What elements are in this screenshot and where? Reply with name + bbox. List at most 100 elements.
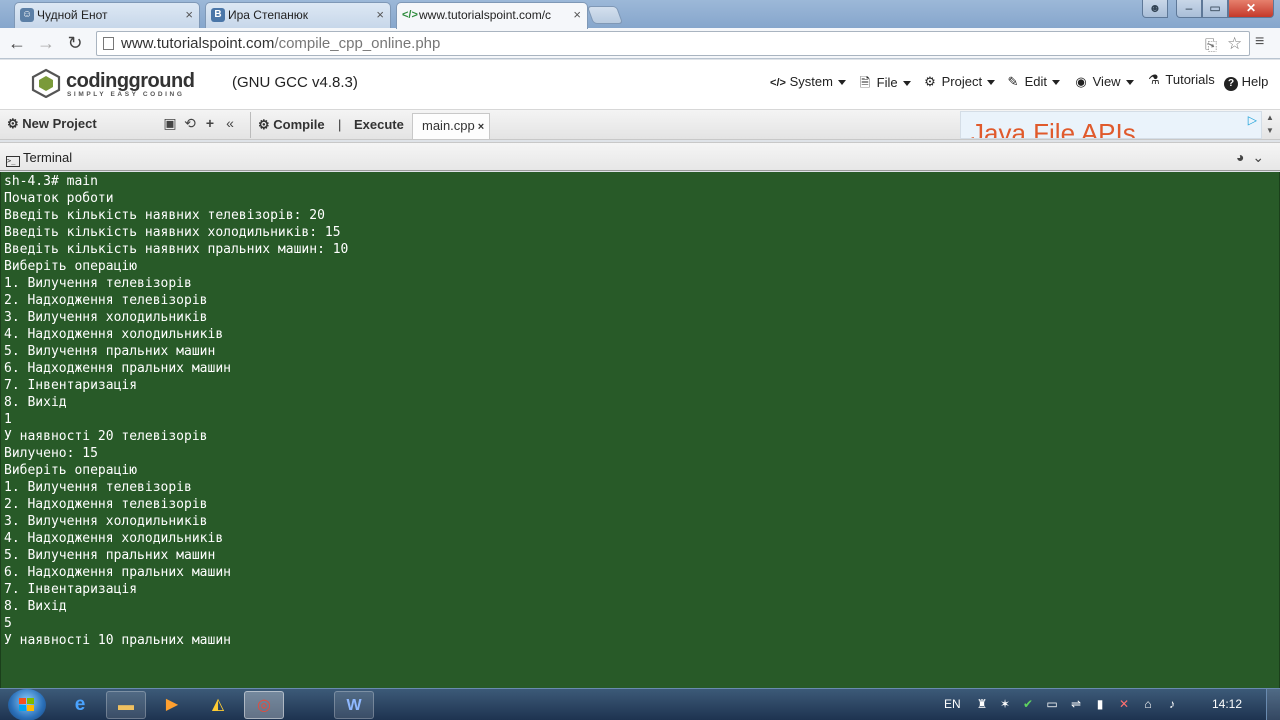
compile-button[interactable]: ⚙ Compile bbox=[258, 117, 325, 133]
add-icon[interactable]: + bbox=[200, 115, 220, 131]
terminal-line: 8. Вихід bbox=[4, 395, 67, 410]
logo-title: codingground bbox=[66, 70, 195, 92]
page-icon bbox=[103, 37, 114, 50]
browser-tab-2[interactable]: В Ира Степанюк × bbox=[205, 2, 391, 28]
compiler-version: (GNU GCC v4.8.3) bbox=[232, 74, 358, 91]
windows-logo-icon bbox=[19, 698, 34, 711]
user-icon[interactable]: ☻ bbox=[1142, 0, 1168, 18]
menu-file[interactable]: 🗎 File bbox=[857, 74, 911, 96]
execute-button[interactable]: Execute bbox=[354, 117, 404, 132]
chevron-down-icon[interactable]: ⌄ bbox=[1252, 149, 1264, 165]
terminal-output[interactable]: sh-4.3# main Початок роботи Введіть кількі… bbox=[0, 172, 1280, 688]
security-icon[interactable]: ♜ bbox=[975, 697, 989, 711]
language-indicator[interactable]: EN bbox=[944, 697, 961, 711]
start-button[interactable] bbox=[8, 689, 46, 720]
translate-icon[interactable]: ⎘ bbox=[1205, 34, 1217, 57]
terminal-line: 6. Надходження пральних машин bbox=[4, 361, 231, 376]
terminal-line: 6. Надходження пральних машин bbox=[4, 565, 231, 580]
media-player-icon[interactable]: ▶ bbox=[152, 691, 192, 719]
monitor-icon[interactable]: ▭ bbox=[1045, 697, 1059, 711]
close-icon[interactable]: × bbox=[185, 3, 193, 27]
show-desktop-button[interactable] bbox=[1266, 689, 1280, 720]
caret-down-icon bbox=[902, 81, 911, 87]
file-tab-label: main.cpp bbox=[422, 118, 475, 133]
menu-label: Edit bbox=[1024, 74, 1048, 89]
close-window-button[interactable]: ✕ bbox=[1228, 0, 1274, 18]
chrome-icon[interactable]: ◎ bbox=[244, 691, 284, 719]
menu-system[interactable]: </> System bbox=[770, 74, 846, 89]
aimp-icon[interactable]: ◭ bbox=[198, 691, 238, 719]
terminal-line: 3. Вилучення холодильників bbox=[4, 514, 208, 529]
palette-icon[interactable]: ◕ bbox=[1236, 149, 1244, 165]
code-icon: </> bbox=[402, 9, 418, 21]
power-icon[interactable]: ⌂ bbox=[1141, 697, 1155, 711]
browser-tab-title: www.tutorialspoint.com/c bbox=[419, 8, 552, 22]
gears-icon: ⚙ bbox=[258, 117, 270, 132]
menu-label: Tutorials bbox=[1165, 72, 1215, 87]
explorer-folder-icon[interactable]: ▬ bbox=[106, 691, 146, 719]
logo-subtitle: SIMPLY EASY CODING bbox=[67, 91, 185, 98]
divider bbox=[250, 112, 251, 138]
terminal-line: Введіть кількість наявних холодильників:… bbox=[4, 225, 341, 240]
codingground-logo-icon bbox=[31, 68, 61, 98]
network-icon[interactable]: ✕ bbox=[1117, 697, 1131, 711]
address-bar[interactable]: www.tutorialspoint.com/compile_cpp_onlin… bbox=[96, 31, 1250, 56]
usb-icon[interactable]: ⇌ bbox=[1069, 697, 1083, 711]
close-icon[interactable]: × bbox=[570, 3, 581, 27]
caret-down-icon bbox=[837, 80, 846, 86]
gear-icon: ⚙ bbox=[7, 116, 19, 131]
edit-icon: ✎ bbox=[1007, 74, 1019, 89]
bookmark-star-icon[interactable]: ☆ bbox=[1227, 32, 1242, 55]
minimize-button[interactable]: – bbox=[1176, 0, 1202, 18]
refresh-icon[interactable]: ⟲ bbox=[180, 115, 200, 132]
back-arrow-icon[interactable]: ← bbox=[5, 32, 29, 54]
menu-edit[interactable]: ✎ Edit bbox=[1005, 74, 1061, 90]
word-icon[interactable]: W bbox=[334, 691, 374, 719]
terminal-line: У наявності 20 телевізорів bbox=[4, 429, 208, 444]
clock[interactable]: 14:12 bbox=[1212, 697, 1242, 711]
toolbar-separator: | bbox=[338, 117, 342, 132]
url-host: www.tutorialspoint.com bbox=[121, 35, 275, 52]
menu-label: Help bbox=[1241, 74, 1269, 89]
caret-down-icon bbox=[1125, 80, 1134, 86]
check-icon[interactable]: ✔ bbox=[1021, 697, 1035, 711]
app-header: codingground SIMPLY EASY CODING (GNU GCC… bbox=[0, 60, 1280, 110]
close-icon[interactable]: × bbox=[376, 3, 384, 27]
terminal-line: 5 bbox=[4, 616, 12, 631]
save-icon[interactable]: ▣ bbox=[160, 115, 180, 132]
maximize-button[interactable]: ▭ bbox=[1202, 0, 1228, 18]
new-project-button[interactable]: ⚙ New Project bbox=[7, 116, 97, 132]
url-path: /compile_cpp_online.php bbox=[274, 35, 441, 52]
terminal-line: 5. Вилучення пральних машин bbox=[4, 344, 216, 359]
browser-tab-3[interactable]: </> www.tutorialspoint.com/c × bbox=[396, 2, 588, 29]
new-tab-button[interactable] bbox=[586, 6, 624, 24]
menu-view[interactable]: ◉ View bbox=[1073, 74, 1134, 90]
volume-icon[interactable]: ♪ bbox=[1165, 697, 1179, 711]
terminal-header: >_ Terminal ◕ ⌄ bbox=[0, 142, 1280, 171]
menu-tutorials[interactable]: ⚗ Tutorials bbox=[1146, 72, 1215, 88]
ad-banner[interactable]: Java File APIs ▷ bbox=[960, 111, 1262, 139]
browser-tab-1[interactable]: ☺ Чудной Енот × bbox=[14, 2, 200, 28]
terminal-line: 7. Інвентаризація bbox=[4, 582, 138, 597]
new-project-label: New Project bbox=[22, 116, 97, 131]
tool-icon[interactable]: ✶ bbox=[998, 697, 1012, 711]
terminal-line: 3. Вилучення холодильників bbox=[4, 310, 208, 325]
forward-arrow-icon[interactable]: → bbox=[34, 32, 58, 54]
reload-icon[interactable]: ↻ bbox=[63, 32, 87, 54]
close-icon[interactable]: × bbox=[478, 121, 484, 133]
menu-label: Project bbox=[941, 74, 983, 89]
menu-project[interactable]: ⚙ Project bbox=[922, 74, 996, 90]
ad-scroll-arrows[interactable]: ▲ ▼ bbox=[1263, 111, 1277, 139]
adchoices-icon[interactable]: ▷ bbox=[1248, 113, 1257, 127]
terminal-title: >_ Terminal bbox=[6, 150, 72, 167]
collapse-icon[interactable]: « bbox=[220, 115, 240, 131]
compile-label: Compile bbox=[273, 117, 325, 132]
signal-icon[interactable]: ▮ bbox=[1093, 697, 1107, 711]
internet-explorer-icon[interactable]: e bbox=[60, 691, 100, 719]
file-tab-main-cpp[interactable]: main.cpp × bbox=[412, 113, 490, 139]
ad-text: Java File APIs bbox=[971, 118, 1136, 139]
menu-help[interactable]: ? Help bbox=[1224, 74, 1268, 91]
terminal-line: 2. Надходження телевізорів bbox=[4, 293, 208, 308]
browser-tab-title: Чудной Енот bbox=[37, 8, 108, 22]
chrome-menu-icon[interactable]: ≡ bbox=[1255, 34, 1271, 50]
